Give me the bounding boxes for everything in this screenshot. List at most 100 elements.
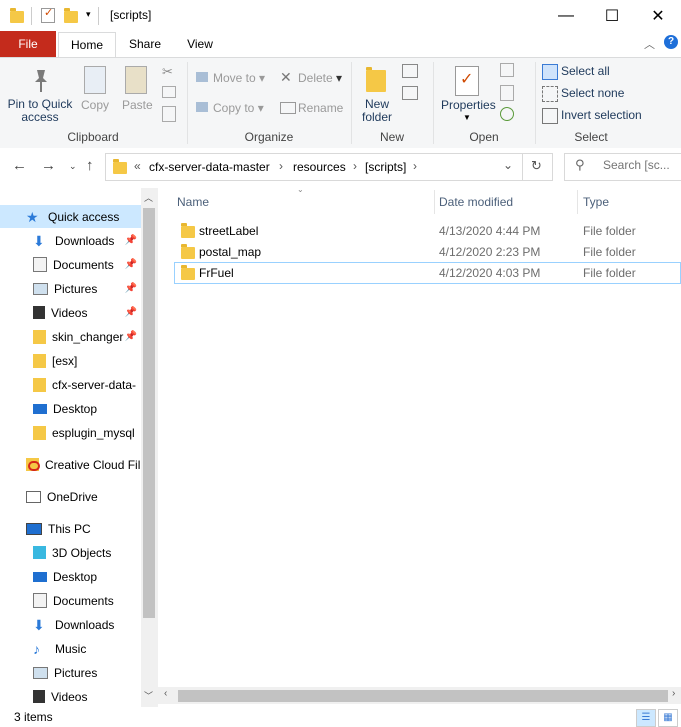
address-bar[interactable]: « cfx-server-data-master › resources › [… — [105, 153, 553, 181]
nav-item-3d-objects[interactable]: 3D Objects — [0, 541, 141, 564]
move-to-button[interactable]: Move to ▾ — [213, 71, 265, 85]
column-header-type[interactable]: Type — [583, 195, 609, 209]
table-row[interactable]: streetLabel 4/13/2020 4:44 PM File folde… — [174, 221, 681, 241]
folder-icon — [181, 244, 195, 259]
properties-quick-icon[interactable]: ✓ — [41, 7, 55, 23]
rename-button[interactable]: Rename — [298, 101, 343, 115]
collapse-ribbon-icon[interactable]: ︿ — [644, 36, 655, 52]
new-folder-button[interactable]: New folder — [358, 98, 396, 124]
customize-toolbar-icon[interactable]: ▾ — [86, 9, 91, 20]
pin-icon[interactable]: 📌 — [125, 307, 137, 318]
delete-button[interactable]: Delete ▾ — [298, 71, 342, 85]
documents-icon — [33, 257, 47, 272]
column-separator[interactable] — [577, 190, 578, 214]
edit-icon[interactable] — [500, 85, 514, 101]
nav-pane-scroll-thumb[interactable] — [143, 208, 155, 618]
column-header-name[interactable]: Name — [177, 195, 209, 209]
copy-button[interactable]: Copy — [81, 98, 109, 112]
invert-selection-button[interactable]: Invert selection — [561, 108, 642, 122]
new-folder-quick-icon[interactable] — [64, 8, 78, 23]
paste-button[interactable]: Paste — [122, 98, 153, 112]
file-date: 4/12/2020 4:03 PM — [439, 266, 541, 280]
nav-item-videos-pc[interactable]: Videos — [0, 685, 141, 707]
select-all-button[interactable]: Select all — [561, 64, 610, 78]
3d-objects-icon — [33, 546, 46, 559]
nav-item-downloads[interactable]: ⬇ Downloads 📌 — [0, 229, 141, 252]
paste-icon — [125, 66, 147, 94]
refresh-icon[interactable]: ↻ — [531, 158, 542, 174]
easy-access-icon[interactable] — [402, 86, 418, 100]
pin-icon[interactable]: 📌 — [125, 259, 137, 270]
pin-icon[interactable]: 📌 — [125, 283, 137, 294]
pin-icon[interactable]: 📌 — [125, 331, 137, 342]
nav-item-documents[interactable]: Documents 📌 — [0, 253, 141, 276]
search-box[interactable]: ⚲ — [564, 153, 681, 181]
nav-item-desktop-quick[interactable]: Desktop — [0, 397, 141, 420]
copy-to-button[interactable]: Copy to ▾ — [213, 101, 264, 115]
tab-file[interactable]: File — [0, 31, 56, 57]
copy-path-icon[interactable] — [162, 86, 176, 98]
overflow-icon[interactable]: « — [134, 159, 141, 173]
nav-item-skin-changer[interactable]: skin_changer 📌 — [0, 325, 141, 348]
breadcrumb-scripts[interactable]: [scripts] — [365, 160, 406, 174]
nav-item-creative-cloud[interactable]: Creative Cloud Fil — [0, 453, 141, 476]
address-dropdown-icon[interactable]: ⌄ — [503, 158, 513, 172]
nav-item-quick-access[interactable]: ★ Quick access — [0, 205, 141, 228]
back-icon[interactable]: ← — [12, 157, 27, 174]
nav-item-esplugin-mysql[interactable]: esplugin_mysql — [0, 421, 141, 444]
nav-item-this-pc[interactable]: This PC — [0, 517, 141, 540]
hscroll-thumb[interactable] — [178, 690, 668, 702]
tab-view[interactable]: View — [176, 32, 224, 56]
nav-item-videos[interactable]: Videos 📌 — [0, 301, 141, 324]
column-header-date[interactable]: Date modified — [439, 195, 513, 209]
pin-icon[interactable]: 📌 — [125, 235, 137, 246]
open-icon[interactable] — [500, 63, 514, 77]
close-button[interactable]: ✕ — [635, 0, 681, 31]
scroll-right-icon[interactable]: › — [672, 688, 675, 699]
table-row[interactable]: FrFuel 4/12/2020 4:03 PM File folder — [174, 262, 681, 284]
tab-home[interactable]: Home — [58, 32, 116, 58]
new-item-icon[interactable] — [402, 64, 418, 78]
breadcrumb-resources[interactable]: resources — [293, 160, 346, 174]
up-icon[interactable]: ↑ — [86, 157, 94, 174]
minimize-button[interactable]: — — [543, 0, 589, 31]
nav-item-esx[interactable]: [esx] — [0, 349, 141, 372]
paste-shortcut-icon[interactable] — [162, 106, 176, 122]
breadcrumb-separator[interactable]: › — [279, 159, 283, 173]
large-icons-view-icon[interactable]: ▦ — [658, 709, 678, 727]
star-icon: ★ — [26, 208, 39, 225]
recent-locations-icon[interactable]: ⌄ — [69, 161, 77, 172]
nav-item-music[interactable]: ♪ Music — [0, 637, 141, 660]
history-icon[interactable] — [500, 107, 514, 121]
search-input[interactable] — [601, 157, 681, 173]
details-view-icon[interactable]: ☰ — [636, 709, 656, 727]
breadcrumb-separator[interactable]: › — [353, 159, 357, 173]
column-separator[interactable] — [434, 190, 435, 214]
chevron-down-icon[interactable]: ▼ — [463, 113, 471, 122]
select-none-icon — [542, 86, 558, 102]
scroll-left-icon[interactable]: ‹ — [164, 688, 167, 699]
nav-item-desktop[interactable]: Desktop — [0, 565, 141, 588]
nav-item-downloads-pc[interactable]: ⬇ Downloads — [0, 613, 141, 636]
scroll-down-icon[interactable]: ﹀ — [144, 689, 153, 702]
nav-item-cfx-server-data[interactable]: cfx-server-data- — [0, 373, 141, 396]
cut-icon[interactable]: ✂ — [162, 64, 173, 80]
file-name: streetLabel — [199, 224, 259, 238]
table-row[interactable]: postal_map 4/12/2020 2:23 PM File folder — [174, 242, 681, 262]
breadcrumb-cfx[interactable]: cfx-server-data-master — [149, 160, 270, 174]
nav-item-onedrive[interactable]: OneDrive — [0, 485, 141, 508]
help-icon[interactable]: ? — [664, 35, 678, 49]
forward-icon[interactable]: → — [41, 157, 56, 174]
nav-item-pictures-pc[interactable]: Pictures — [0, 661, 141, 684]
maximize-button[interactable]: ☐ — [589, 0, 635, 31]
select-none-button[interactable]: Select none — [561, 86, 624, 100]
nav-label: esplugin_mysql — [52, 425, 135, 440]
breadcrumb-separator[interactable]: › — [413, 159, 417, 173]
scroll-up-icon[interactable]: ︿ — [144, 191, 153, 204]
pin-to-quick-access-button[interactable]: Pin to Quick access — [3, 98, 77, 124]
tab-share[interactable]: Share — [118, 32, 172, 56]
nav-item-documents-pc[interactable]: Documents — [0, 589, 141, 612]
nav-item-pictures[interactable]: Pictures 📌 — [0, 277, 141, 300]
properties-button[interactable]: Properties — [441, 98, 496, 112]
creative-cloud-icon — [26, 458, 40, 471]
